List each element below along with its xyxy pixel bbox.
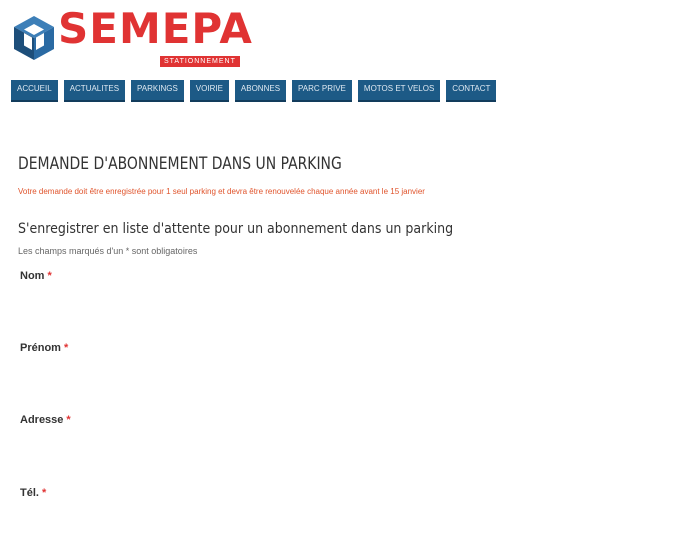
site-logo[interactable]: SEMEPA STATIONNEMENT bbox=[12, 8, 272, 67]
tel-input[interactable] bbox=[20, 501, 340, 527]
tel-field: Tél. * bbox=[20, 483, 340, 527]
nav-item-actualites[interactable]: ACTUALITES bbox=[63, 80, 126, 102]
brand-name: SEMEPA bbox=[58, 4, 253, 53]
nav-item-motos-et-velos[interactable]: MOTOS ET VELOS bbox=[357, 80, 441, 102]
nom-label: Nom bbox=[20, 270, 45, 282]
prenom-label: Prénom bbox=[20, 342, 61, 354]
required-marker: * bbox=[66, 414, 71, 426]
nom-field: Nom * bbox=[20, 266, 340, 318]
required-marker: * bbox=[41, 487, 47, 499]
nav-item-abonnes[interactable]: ABONNES bbox=[234, 80, 287, 102]
prenom-field: Prénom * bbox=[20, 338, 340, 390]
nav-item-accueil[interactable]: ACCUEIL bbox=[11, 80, 58, 102]
main-navigation: ACCUEIL ACTUALITES PARKINGS VOIRIE ABONN… bbox=[11, 80, 497, 102]
adresse-field: Adresse * bbox=[20, 410, 340, 462]
adresse-label: Adresse bbox=[20, 414, 64, 426]
nav-item-voirie[interactable]: VOIRIE bbox=[189, 80, 229, 102]
prenom-input[interactable] bbox=[20, 356, 340, 390]
nav-item-parkings[interactable]: PARKINGS bbox=[131, 80, 184, 102]
required-marker: * bbox=[47, 270, 52, 282]
renewal-notice: Votre demande doit être enregistrée pour… bbox=[18, 187, 425, 196]
adresse-input[interactable] bbox=[20, 428, 340, 462]
nom-input[interactable] bbox=[20, 284, 340, 318]
tel-label: Tél. bbox=[20, 487, 39, 499]
page-title: DEMANDE D'ABONNEMENT DANS UN PARKING bbox=[18, 154, 342, 174]
nav-item-contact[interactable]: CONTACT bbox=[446, 80, 497, 102]
required-fields-note: Les champs marqués d'un * sont obligatoi… bbox=[18, 246, 198, 256]
brand-tagline: STATIONNEMENT bbox=[160, 56, 240, 67]
form-subtitle: S'enregistrer en liste d'attente pour un… bbox=[18, 221, 454, 237]
nav-item-parc-prive[interactable]: PARC PRIVE bbox=[292, 80, 352, 102]
cube-logo-icon bbox=[14, 16, 54, 60]
required-marker: * bbox=[63, 342, 69, 354]
